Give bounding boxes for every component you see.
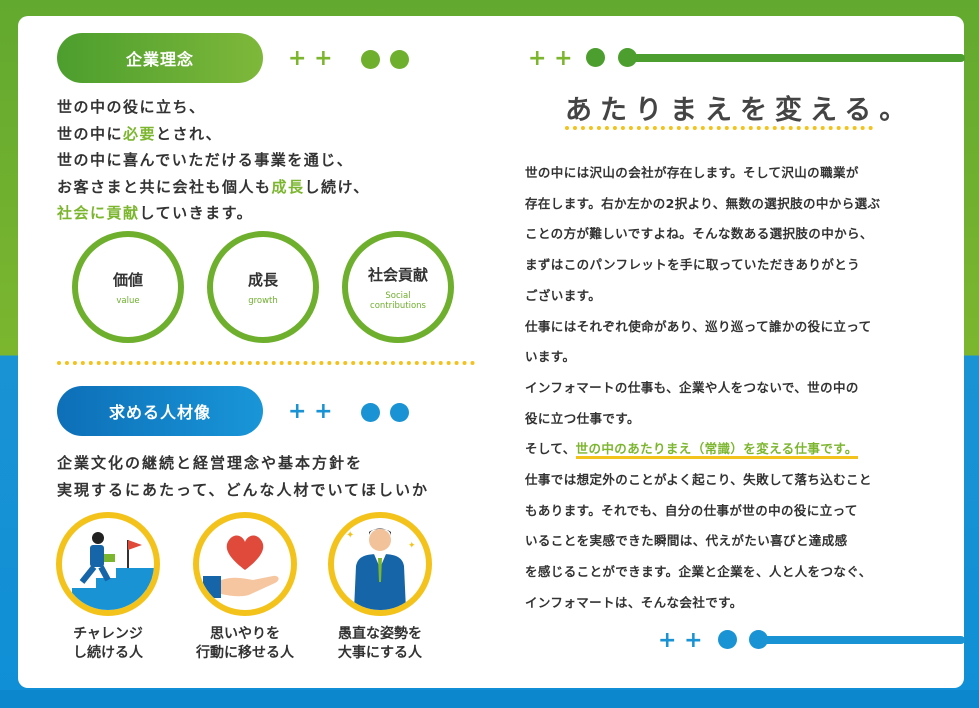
body-line: 仕事にはそれぞれ使命があり、巡り巡って誰かの役に立って: [525, 318, 872, 334]
text-segment: 世の中に喜んでいただける事業を通じ、: [57, 151, 354, 169]
highlight-line: そして、世の中のあたりまえ（常識）を変える仕事です。: [525, 434, 925, 465]
plus-icon: + +: [288, 399, 333, 424]
person-label-challenger: チャレンジし続ける人: [33, 625, 183, 663]
highlight-word: 成長: [271, 177, 305, 196]
dot-icon: [389, 49, 409, 69]
headline: あたりまえを変える。: [565, 95, 915, 126]
body-line: ことの方が難しいですよね。そんな数ある選択肢の中から、: [525, 226, 873, 242]
value-jp: 社会貢献: [367, 265, 428, 284]
plus-icon: + +: [288, 46, 333, 71]
philosophy-line: 世の中の役に立ち、: [57, 94, 370, 121]
person-label-kindness: 思いやりを行動に移せる人: [170, 625, 320, 663]
person-label-line: 行動に移せる人: [196, 645, 294, 661]
dot-icon: [360, 49, 380, 69]
dot-icon: [718, 630, 737, 649]
text-segment: 世の中の役に立ち、: [57, 98, 206, 116]
body-line: います。: [525, 349, 576, 365]
headline-underline: [565, 126, 873, 130]
body-line: を感じることができます。企業と企業を、人と人をつなぐ、: [525, 564, 872, 580]
body-line: 役に立つ仕事です。: [525, 410, 640, 426]
climbing-person-icon: [72, 532, 154, 610]
svg-text:✦: ✦: [408, 541, 416, 551]
bottom-strip: [0, 690, 979, 708]
body-line: 存在します。右か左かの2択より、無数の選択肢の中から選ぶ: [525, 195, 881, 211]
highlight-word: 必要: [123, 124, 157, 143]
philosophy-line: 世の中に必要とされ、: [57, 121, 370, 148]
svg-text:✦: ✦: [346, 530, 354, 541]
highlight-word: 社会に貢献: [57, 204, 140, 222]
text-segment: お客さまと共に会社も個人も: [57, 177, 272, 196]
talent-decoration: + +: [288, 401, 409, 423]
talent-lead-line: 実現するにあたって、どんな人材でいてほしいか: [57, 480, 430, 499]
person-label-line: チャレンジ: [73, 626, 143, 642]
right-top-decoration: + +: [528, 48, 573, 70]
value-jp: 成長: [247, 270, 278, 289]
decorative-line: [758, 636, 965, 644]
dot-icon: [389, 402, 409, 422]
philosophy-line: 社会に貢献していきます。: [57, 200, 370, 227]
body-line: 仕事では想定外のことがよく起こり、失敗して落ち込むこと: [525, 472, 872, 488]
value-circle-social: 社会貢献 Social contributions: [342, 231, 454, 343]
value-en: value: [116, 295, 140, 306]
kindness-illustration: [193, 512, 297, 616]
text-segment: し続け、: [304, 177, 370, 196]
dot-icon: [586, 48, 605, 67]
highlight-phrase: 世の中のあたりまえ（常識）を変える仕事です。: [575, 441, 858, 460]
challenger-illustration: [56, 512, 160, 616]
talent-heading: 求める人材像: [57, 386, 263, 436]
philosophy-decoration: + +: [288, 48, 409, 70]
person-label-line: 思いやりを: [210, 626, 280, 642]
right-bottom-decoration: + +: [658, 630, 703, 652]
decorative-line: [628, 54, 965, 62]
value-en: Social contributions: [370, 290, 426, 311]
person-label-line: し続ける人: [73, 645, 143, 661]
person-label-line: 大事にする人: [337, 645, 423, 661]
body-line: もあります。それでも、自分の仕事が世の中の役に立って: [525, 502, 858, 518]
body-line: ございます。: [525, 287, 602, 303]
philosophy-text: 世の中の役に立ち、 世の中に必要とされ、 世の中に喜んでいただける事業を通じ、 お客さ…: [57, 94, 370, 227]
section-divider: [57, 361, 475, 365]
philosophy-heading: 企業理念: [57, 33, 263, 83]
talent-lead: 企業文化の継続と経営理念や基本方針を 実現するにあたって、どんな人材でいてほしい…: [57, 450, 429, 503]
philosophy-line: 世の中に喜んでいただける事業を通じ、: [57, 147, 370, 174]
person-label-honest: 愚直な姿勢を 大事にする人: [305, 625, 455, 663]
text-segment: そして、: [525, 441, 576, 457]
value-jp: 価値: [112, 270, 143, 289]
body-line: インフォマートは、そんな会社です。: [525, 594, 743, 610]
text-segment: とされ、: [156, 124, 223, 143]
text-segment: 世の中に: [57, 124, 124, 143]
talent-lead-line: 企業文化の継続と経営理念や基本方針を: [57, 454, 364, 472]
value-circle-growth: 成長 growth: [207, 231, 319, 343]
dot-icon: [360, 402, 380, 422]
value-circle-value: 価値 value: [72, 231, 184, 343]
heart-hand-icon: [203, 535, 279, 598]
plus-icon: + +: [528, 46, 573, 71]
philosophy-line: お客さまと共に会社も個人も成長し続け、: [57, 174, 370, 201]
text-segment: していきます。: [139, 204, 254, 222]
body-line: 世の中には沢山の会社が存在します。そして沢山の職業が: [525, 165, 859, 180]
plus-icon: + +: [658, 628, 703, 653]
body-text: 世の中には沢山の会社が存在します。そして沢山の職業が存在します。右か左かの2択よ…: [525, 158, 925, 619]
body-line: まずはこのパンフレットを手に取っていただきありがとう: [525, 257, 861, 273]
businessman-icon: ✦ ✦: [346, 528, 416, 610]
honest-illustration: ✦ ✦: [328, 512, 432, 616]
body-line: インフォマートの仕事も、企業や人をつないで、世の中の: [525, 379, 859, 395]
value-en: growth: [248, 295, 278, 306]
body-line: いることを実感できた瞬間は、代えがたい喜びと達成感: [525, 533, 848, 549]
person-label-line: 愚直な姿勢を: [338, 626, 422, 642]
